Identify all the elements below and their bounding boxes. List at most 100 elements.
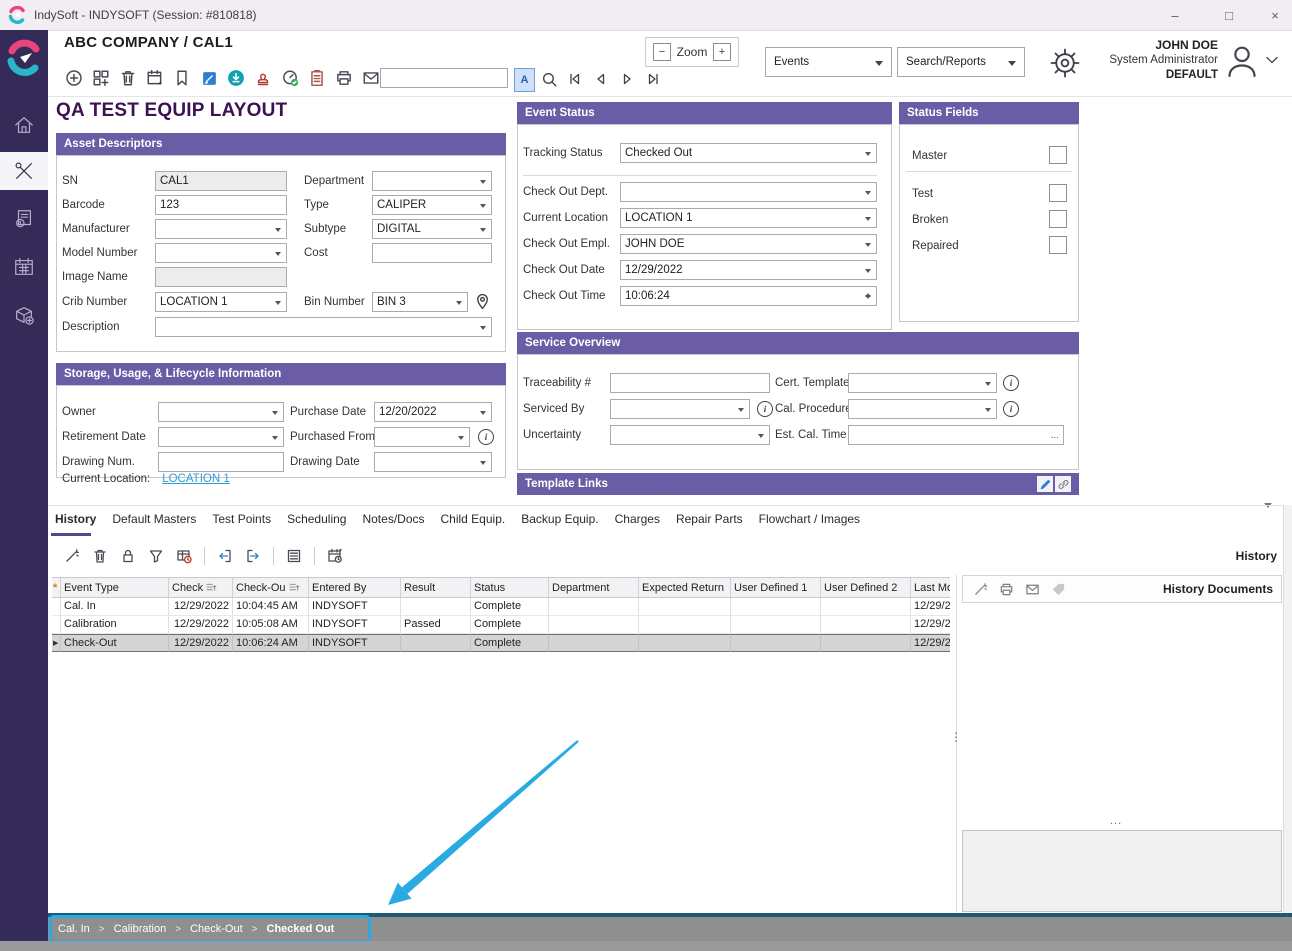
history-list-view-button[interactable] [282, 544, 306, 568]
tab-scheduling[interactable]: Scheduling [287, 512, 346, 526]
sn-field[interactable]: CAL1 [155, 171, 287, 191]
delete-record-button[interactable] [116, 66, 140, 90]
serviced-by-info-icon[interactable] [757, 401, 773, 417]
match-case-button[interactable]: A [514, 68, 535, 92]
col-event-type[interactable]: Event Type [61, 577, 169, 598]
gauge-button[interactable] [278, 66, 302, 90]
tab-flowchart-images[interactable]: Flowchart / Images [759, 512, 860, 526]
barcode-field[interactable]: 123 [155, 195, 287, 215]
stamp-button[interactable] [251, 66, 275, 90]
col-check[interactable]: Check [169, 577, 233, 598]
cert-template-dropdown[interactable] [848, 373, 997, 393]
link-template-button[interactable] [1055, 476, 1071, 492]
broken-checkbox[interactable] [1049, 210, 1067, 228]
check-out-date-dropdown[interactable]: 12/29/2022 [620, 260, 877, 280]
sidebar-item-inventory[interactable] [0, 296, 48, 334]
type-dropdown[interactable]: CALIPER [372, 195, 492, 215]
user-menu-button[interactable] [1264, 52, 1280, 68]
description-dropdown[interactable] [155, 317, 492, 337]
cert-template-info-icon[interactable] [1003, 375, 1019, 391]
history-delete-button[interactable] [88, 544, 112, 568]
model-number-dropdown[interactable] [155, 243, 287, 263]
add-record-button[interactable] [62, 66, 86, 90]
purchased-from-info-icon[interactable] [478, 429, 494, 445]
search-reports-dropdown[interactable]: Search/Reports [897, 47, 1025, 77]
current-location-dropdown[interactable]: LOCATION 1 [620, 208, 877, 228]
sidebar-item-calendar[interactable] [0, 248, 48, 286]
zoom-in-button[interactable]: + [713, 43, 731, 61]
manufacturer-dropdown[interactable] [155, 219, 287, 239]
last-record-button[interactable] [642, 68, 664, 90]
minimize-button[interactable]: – [1158, 0, 1192, 30]
bin-number-dropdown[interactable]: BIN 3 [372, 292, 468, 312]
subtype-dropdown[interactable]: DIGITAL [372, 219, 492, 239]
zoom-out-button[interactable]: − [653, 43, 671, 61]
location-pin-button[interactable] [474, 293, 491, 310]
worklist-button[interactable] [305, 66, 329, 90]
col-user-defined-1[interactable]: User Defined 1 [731, 577, 821, 598]
tab-charges[interactable]: Charges [615, 512, 660, 526]
maximize-button[interactable]: □ [1212, 0, 1246, 30]
user-avatar[interactable] [1222, 40, 1262, 82]
clone-record-button[interactable] [89, 66, 113, 90]
cal-procedure-info-icon[interactable] [1003, 401, 1019, 417]
sidebar-item-home[interactable] [0, 106, 48, 144]
col-result[interactable]: Result [401, 577, 471, 598]
grid-row-cal-in[interactable]: Cal. In 12/29/2022 10:04:45 AM INDYSOFT … [52, 598, 950, 616]
schedule-button[interactable] [143, 66, 167, 90]
est-cal-time-field[interactable]: ... [848, 425, 1064, 445]
tracking-status-dropdown[interactable]: Checked Out [620, 143, 877, 163]
col-department[interactable]: Department [549, 577, 639, 598]
search-button[interactable] [538, 68, 560, 90]
edit-record-button[interactable] [197, 66, 221, 90]
close-button[interactable]: × [1258, 0, 1292, 30]
docs-splitter-handle[interactable]: ... [1110, 815, 1122, 827]
col-expected-return[interactable]: Expected Return [639, 577, 731, 598]
tab-repair-parts[interactable]: Repair Parts [676, 512, 743, 526]
edit-template-links-button[interactable] [1037, 476, 1053, 492]
image-name-field[interactable] [155, 267, 287, 287]
col-last-mod[interactable]: Last Mo [911, 577, 950, 598]
docs-email-button[interactable] [1023, 577, 1041, 601]
tab-default-masters[interactable]: Default Masters [112, 512, 196, 526]
purchased-from-dropdown[interactable] [374, 427, 470, 447]
tab-history[interactable]: History [55, 512, 96, 526]
history-filter-button[interactable] [144, 544, 168, 568]
master-checkbox[interactable] [1049, 146, 1067, 164]
history-wand-button[interactable] [60, 544, 84, 568]
print-button[interactable] [332, 66, 356, 90]
tab-notes-docs[interactable]: Notes/Docs [362, 512, 424, 526]
check-out-time-spinner[interactable]: 10:06:24 [620, 286, 877, 306]
drawing-date-dropdown[interactable] [374, 452, 492, 472]
history-calendar-button[interactable] [323, 544, 347, 568]
traceability-field[interactable] [610, 373, 770, 393]
tab-test-points[interactable]: Test Points [212, 512, 271, 526]
vertical-scrollbar[interactable] [1283, 505, 1292, 913]
department-dropdown[interactable] [372, 171, 492, 191]
history-schedule-button[interactable] [172, 544, 196, 568]
check-out-empl-dropdown[interactable]: JOHN DOE [620, 234, 877, 254]
next-record-button[interactable] [616, 68, 638, 90]
history-lock-button[interactable] [116, 544, 140, 568]
history-import-button[interactable] [213, 544, 237, 568]
purchase-date-dropdown[interactable]: 12/20/2022 [374, 402, 492, 422]
splitter-handle[interactable]: ... [655, 484, 667, 496]
check-out-dept-dropdown[interactable] [620, 182, 877, 202]
previous-record-button[interactable] [590, 68, 612, 90]
current-location-link[interactable]: LOCATION 1 [162, 473, 230, 485]
docs-tag-button[interactable] [1049, 577, 1067, 601]
cost-field[interactable] [372, 243, 492, 263]
grid-row-check-out-selected[interactable]: ▶ Check-Out 12/29/2022 10:06:24 AM INDYS… [52, 634, 950, 652]
splitter-drag-handle[interactable]: ⋮ [950, 730, 963, 744]
grid-row-calibration[interactable]: Calibration 12/29/2022 10:05:08 AM INDYS… [52, 616, 950, 634]
col-user-defined-2[interactable]: User Defined 2 [821, 577, 911, 598]
serviced-by-dropdown[interactable] [610, 399, 750, 419]
check-in-out-button[interactable] [224, 66, 248, 90]
sidebar-item-billing[interactable] [0, 200, 48, 238]
repaired-checkbox[interactable] [1049, 236, 1067, 254]
ellipsis-button[interactable]: ... [1051, 430, 1059, 441]
sidebar-item-equipment[interactable] [0, 152, 48, 190]
tab-backup-equip[interactable]: Backup Equip. [521, 512, 598, 526]
col-check-out[interactable]: Check-Ou [233, 577, 309, 598]
col-status[interactable]: Status [471, 577, 549, 598]
